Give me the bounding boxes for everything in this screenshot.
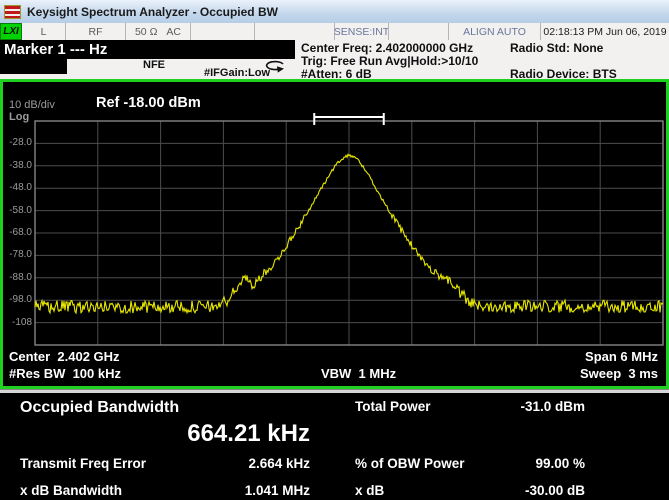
status-input: 50 Ω AC <box>125 23 190 40</box>
span-annotation[interactable]: Span 6 MHz <box>585 349 658 364</box>
if-gain-setting[interactable]: #IFGain:Low <box>204 67 270 79</box>
lxi-status-badge: LXI <box>0 23 22 40</box>
status-l: L <box>40 25 47 38</box>
obw-result-title: Occupied Bandwidth <box>20 399 180 416</box>
y-axis-tick-label: -68.0 <box>9 227 32 238</box>
obw-results-panel: Occupied Bandwidth 664.21 kHz Transmit F… <box>0 393 669 500</box>
scale-per-div-label[interactable]: 10 dB/div <box>9 99 55 111</box>
center-freq-annotation[interactable]: Center 2.402 GHz <box>9 349 120 364</box>
ref-level-label[interactable]: Ref -18.00 dBm <box>96 95 201 111</box>
radio-std-setting[interactable]: Radio Std: None <box>510 41 603 55</box>
xdb-label: x dB <box>355 483 385 498</box>
y-axis-tick-label: -28.0 <box>9 137 32 149</box>
obw-result-value: 664.21 kHz <box>187 420 310 447</box>
y-axis-tick-label: -88.0 <box>9 271 32 283</box>
transmit-freq-error-value: 2.664 kHz <box>248 456 310 471</box>
total-power-value: -31.0 dBm <box>520 399 585 414</box>
avg-hold-setting[interactable]: Avg|Hold:>10/10 <box>385 54 478 68</box>
y-axis-tick-label: -108 <box>11 316 32 328</box>
status-align: ALIGN AUTO <box>448 23 540 40</box>
status-coupling: AC <box>166 25 182 38</box>
y-axis-tick-label: -38.0 <box>9 159 32 171</box>
y-axis-tick-label: -98.0 <box>9 294 32 306</box>
title-bar: Keysight Spectrum Analyzer - Occupied BW <box>0 0 669 24</box>
continuous-sweep-icon[interactable] <box>265 60 287 78</box>
total-power-label: Total Power <box>355 399 431 414</box>
status-impedance: 50 Ω <box>134 25 158 38</box>
marker-readout-bar[interactable]: Marker 1 --- Hz <box>0 40 295 59</box>
spectrum-display: 10 dB/div Ref -18.00 dBm Log -28.0 -38.0 -… <box>3 82 666 386</box>
status-bar: LXI L RF 50 Ω AC SENSE:INT ALIGN AUTO 02… <box>0 23 669 41</box>
sweep-annotation[interactable]: Sweep 3 ms <box>580 366 658 381</box>
status-empty-3 <box>388 23 448 40</box>
res-bw-annotation[interactable]: #Res BW 100 kHz <box>9 366 121 381</box>
xdb-bandwidth-value: 1.041 MHz <box>244 483 310 498</box>
trigger-setting[interactable]: Trig: Free Run <box>301 54 382 68</box>
pct-obw-power-value: 99.00 % <box>535 456 585 471</box>
measurement-strip: NFE #IFGain:Low <box>0 59 295 79</box>
spectrum-plot <box>34 113 664 346</box>
settings-panel: Center Freq: 2.402000000 GHz Radio Std: … <box>295 40 669 81</box>
spectrum-display-window: 10 dB/div Ref -18.00 dBm Log -28.0 -38.0 -… <box>0 79 669 389</box>
y-axis-tick-label: -78.0 <box>9 249 32 261</box>
vbw-annotation[interactable]: VBW 1 MHz <box>321 366 396 381</box>
y-axis-tick-label: -58.0 <box>9 204 32 216</box>
y-axis-tick-label: -48.0 <box>9 182 32 194</box>
annotation-header: Marker 1 --- Hz NFE #IFGain:Low Center F… <box>0 40 669 81</box>
center-freq-setting[interactable]: Center Freq: 2.402000000 GHz <box>301 41 473 55</box>
nfe-indicator: NFE <box>143 59 165 71</box>
status-rf: RF <box>65 23 125 40</box>
xdb-value: -30.00 dB <box>524 483 585 498</box>
log-scale-label: Log <box>9 111 30 123</box>
status-empty-2 <box>254 23 334 40</box>
status-empty-1 <box>190 23 254 40</box>
status-datetime: 02:18:13 PM Jun 06, 2019 <box>540 23 669 40</box>
marker-value-box <box>0 59 67 74</box>
status-sense: SENSE:INT <box>334 23 389 40</box>
app-icon <box>4 4 21 19</box>
window-title: Keysight Spectrum Analyzer - Occupied BW <box>27 4 278 19</box>
